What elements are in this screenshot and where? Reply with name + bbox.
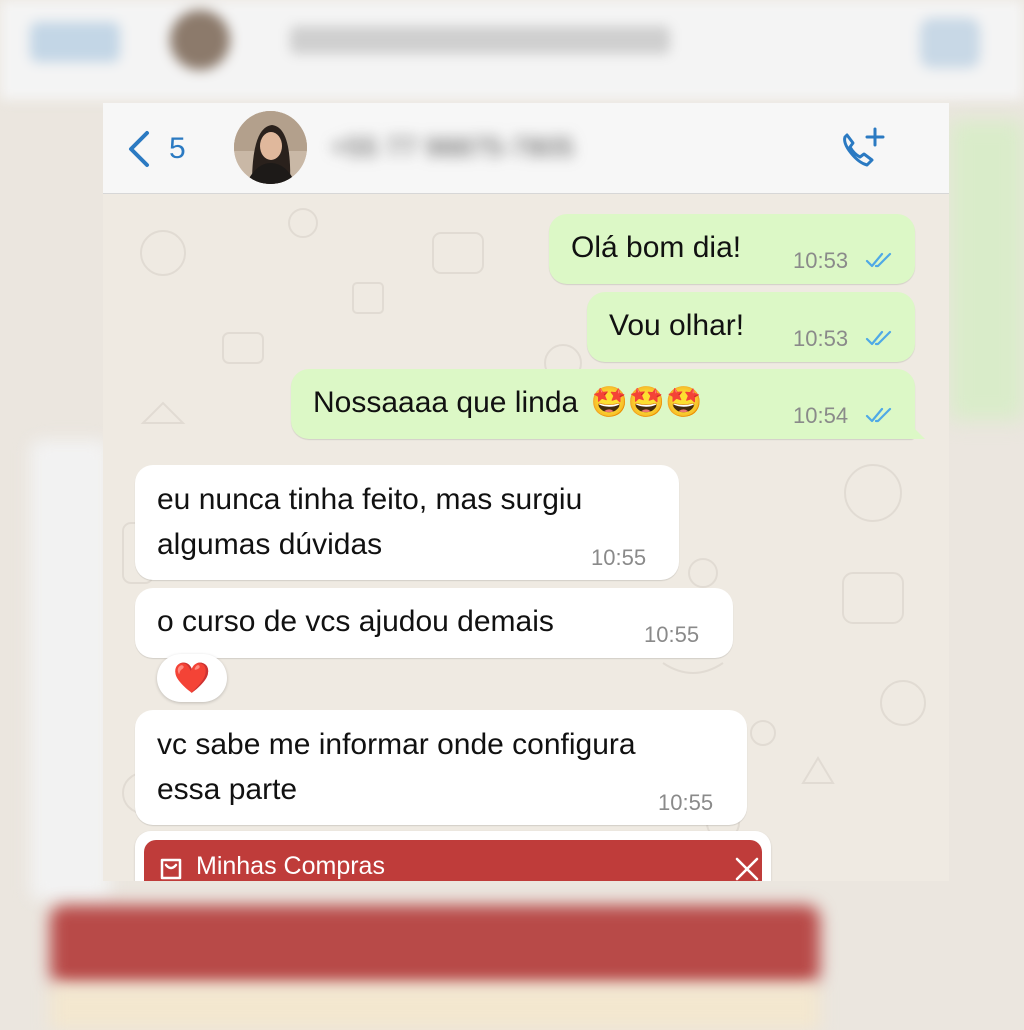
message-text-line: essa parte [157, 773, 298, 806]
message-time: 10:53 [793, 326, 849, 351]
phone-add-icon[interactable] [837, 125, 889, 173]
blurred-call-icon [920, 18, 980, 68]
message-text: Olá bom dia! [571, 231, 742, 264]
message-reaction[interactable]: ❤️ [157, 654, 227, 702]
message-time: 10:53 [793, 248, 849, 273]
heart-icon: ❤️ [173, 661, 211, 695]
back-button[interactable]: 5 [125, 127, 186, 171]
message-time: 10:55 [658, 790, 714, 815]
message-text: Vou olhar! [609, 309, 745, 342]
message-text-line: algumas dúvidas [157, 528, 383, 561]
blurred-background-bottom [50, 985, 820, 1030]
shared-card-message[interactable]: Minhas Compras [135, 831, 771, 881]
contact-name[interactable]: +55 77 98875-7805 [331, 132, 641, 166]
star-struck-emoji-icon: 🤩🤩🤩 [590, 386, 703, 419]
message-text: Nossaaaa que linda 🤩🤩🤩 [313, 380, 703, 425]
avatar-photo [234, 111, 307, 184]
message-bubble-outgoing[interactable]: Vou olhar! 10:53 [587, 292, 915, 362]
message-text-line: eu nunca tinha feito, mas surgiu [157, 483, 583, 516]
card-header: Minhas Compras [144, 840, 762, 881]
blurred-avatar [170, 10, 230, 70]
message-bubble-outgoing[interactable]: Nossaaaa que linda 🤩🤩🤩 10:54 [291, 369, 925, 439]
card-title: Minhas Compras [196, 852, 385, 880]
message-text-line: vc sabe me informar onde configura [157, 728, 636, 761]
blurred-contact-name [290, 26, 670, 54]
blurred-background-card [50, 905, 820, 985]
message-bubble-incoming[interactable]: o curso de vcs ajudou demais 10:55 [135, 588, 733, 658]
message-time: 10:54 [793, 403, 849, 428]
message-time: 10:55 [591, 545, 647, 570]
shopping-bag-icon [160, 858, 182, 880]
message-time: 10:55 [644, 622, 700, 647]
message-text: o curso de vcs ajudou demais [157, 605, 554, 638]
message-bubble-incoming[interactable]: eu nunca tinha feito, mas surgiu algumas… [135, 465, 679, 580]
chat-header: 5 +55 77 98875-7805 [103, 103, 949, 194]
message-bubble-outgoing[interactable]: Olá bom dia! 10:53 [549, 214, 915, 284]
chat-screen: 5 +55 77 98875-7805 Olá bom dia! 10:53 V… [103, 103, 949, 881]
message-bubble-incoming[interactable]: vc sabe me informar onde configura essa … [135, 710, 747, 825]
blurred-background-left [30, 440, 110, 900]
message-text-content: Nossaaaa que linda [313, 386, 579, 419]
chevron-left-icon [129, 131, 149, 167]
double-check-icon [865, 407, 892, 423]
contact-avatar[interactable] [234, 111, 307, 184]
double-check-icon [865, 330, 892, 346]
double-check-icon [865, 252, 892, 268]
close-icon[interactable] [734, 856, 760, 881]
blurred-back-button [30, 22, 120, 62]
blurred-background-right [950, 120, 1024, 420]
blurred-background-header [0, 0, 1024, 100]
unread-count: 5 [169, 132, 186, 165]
